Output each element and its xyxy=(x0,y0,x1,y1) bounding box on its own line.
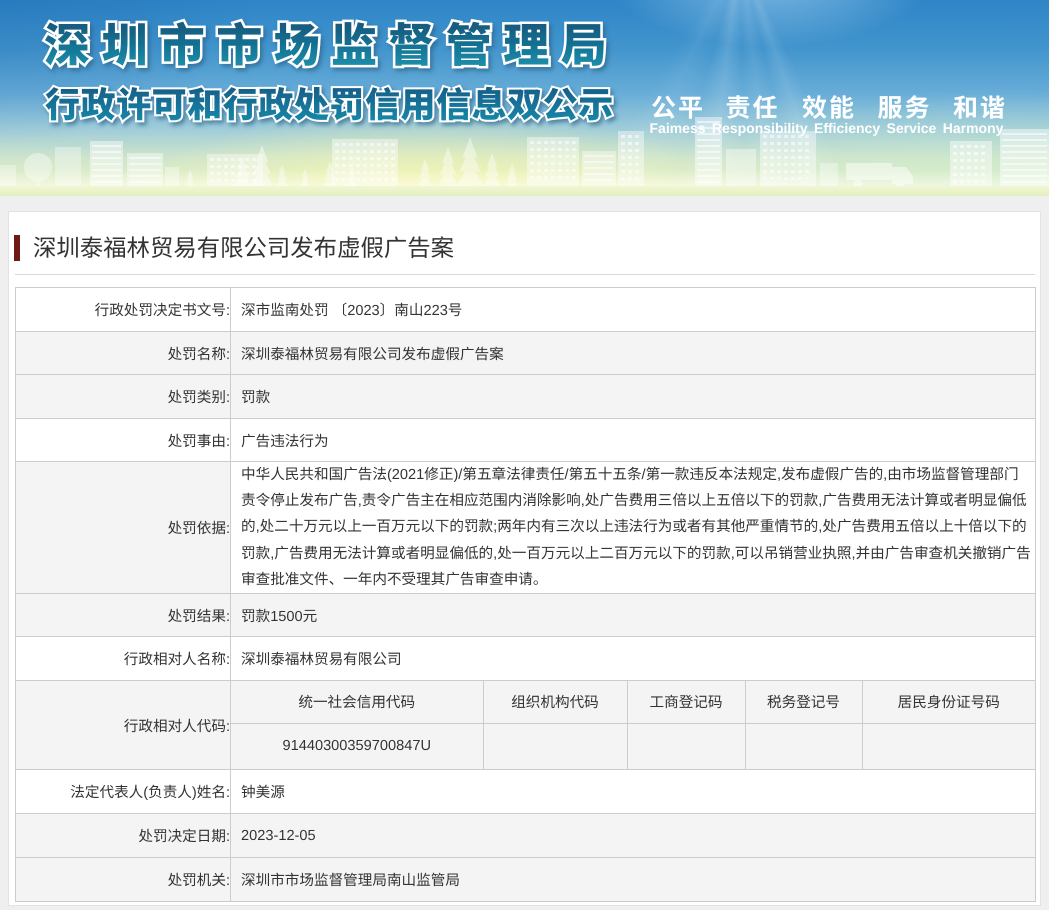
svg-text:Faimess Responsibility Efficie: Faimess Responsibility Efficiency Servic… xyxy=(650,120,1004,136)
svg-text:深圳市市场监督管理局: 深圳市市场监督管理局 xyxy=(44,10,618,76)
svg-text:行政许可和行政处罚信用信息双公示: 行政许可和行政处罚信用信息双公示 xyxy=(45,77,614,128)
